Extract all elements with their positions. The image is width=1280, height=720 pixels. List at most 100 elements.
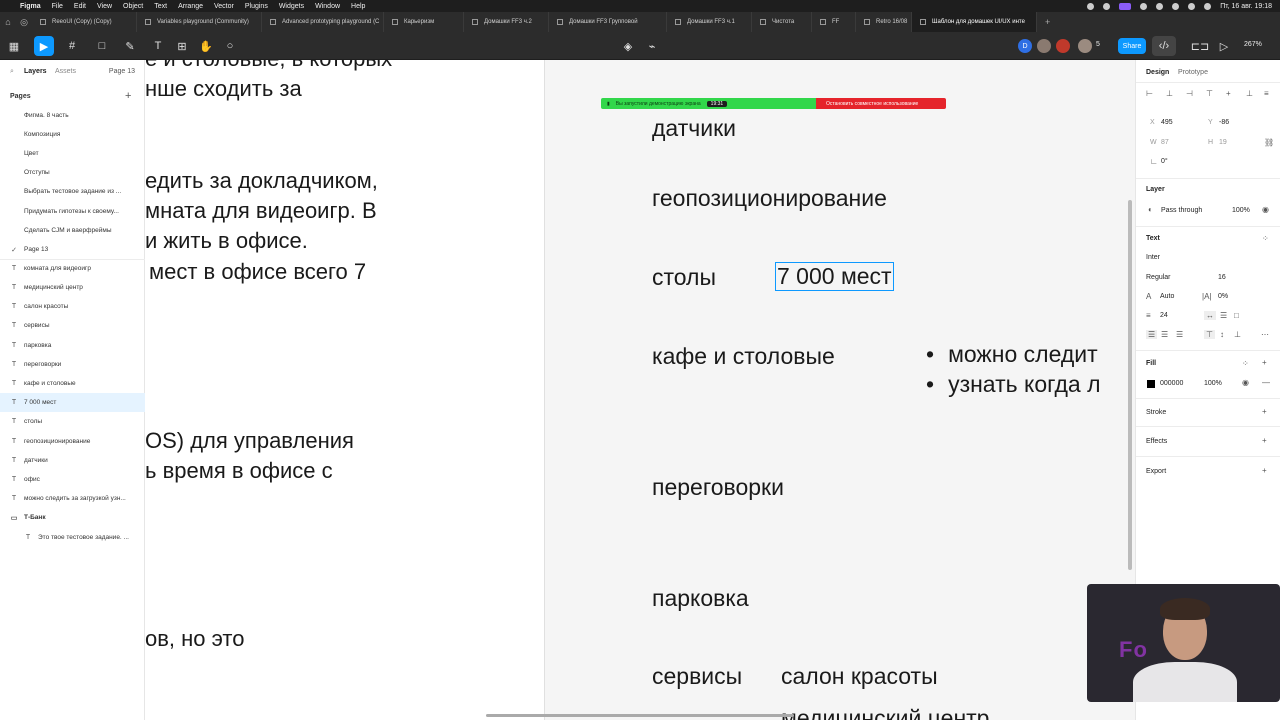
label-geo[interactable]: геопозиционирование bbox=[652, 185, 887, 212]
align-bottom-icon[interactable]: ⊥ bbox=[1246, 89, 1253, 98]
canvas-text-line[interactable]: нше сходить за bbox=[145, 74, 302, 104]
remove-fill-icon[interactable]: — bbox=[1262, 378, 1270, 387]
participants-count[interactable]: 5 bbox=[1096, 41, 1100, 48]
text-align-center-icon[interactable]: ☰ bbox=[1161, 330, 1168, 339]
tab-file[interactable]: Домашки FF3 ч.2 bbox=[464, 12, 549, 32]
comment-tool-icon[interactable]: ○ bbox=[220, 36, 240, 56]
menu-text[interactable]: Text bbox=[154, 3, 167, 10]
page-item[interactable]: Выбрать тестовое задание из ... bbox=[0, 182, 145, 201]
menu-help[interactable]: Help bbox=[351, 3, 365, 10]
tab-layers[interactable]: Layers bbox=[24, 68, 47, 75]
tab-file[interactable]: Домашки FF3 ч.1 bbox=[667, 12, 752, 32]
tab-file[interactable]: ReeoUI (Copy) (Copy) bbox=[32, 12, 137, 32]
layer-item[interactable]: Tможно следить за загрузкой узн... bbox=[0, 489, 145, 508]
page-item[interactable]: Фигма. 8 часть bbox=[0, 106, 145, 125]
canvas-text-line[interactable]: мест в офисе всего 7 bbox=[149, 257, 366, 287]
canvas-text-line[interactable]: едить за докладчиком, bbox=[145, 166, 378, 196]
rectangle-tool-icon[interactable]: □ bbox=[92, 36, 112, 56]
tab-file[interactable]: Чистота bbox=[752, 12, 812, 32]
layer-item[interactable]: T Это твое тестовое задание. ... bbox=[0, 528, 145, 547]
paragraph-spacing-input[interactable]: 24 bbox=[1160, 312, 1168, 319]
zoom-level[interactable]: 267% bbox=[1244, 41, 1262, 48]
add-export-icon[interactable]: + bbox=[1262, 466, 1267, 475]
search-icon[interactable]: ⌕ bbox=[10, 68, 14, 76]
page-item[interactable]: Придумать гипотезы к своему... bbox=[0, 202, 145, 221]
horizontal-scrollbar[interactable] bbox=[486, 714, 794, 717]
menu-plugins[interactable]: Plugins bbox=[245, 3, 268, 10]
fixed-size-icon[interactable]: □ bbox=[1234, 311, 1239, 320]
label-services[interactable]: сервисы bbox=[652, 663, 742, 690]
tab-file[interactable]: Variables playground (Community) bbox=[137, 12, 262, 32]
stop-sharing-button[interactable]: Остановить совместное использование bbox=[816, 98, 946, 109]
tray-bluetooth-icon[interactable] bbox=[1140, 2, 1148, 10]
valign-middle-icon[interactable]: ↕ bbox=[1220, 330, 1224, 339]
label-cafe[interactable]: кафе и столовые bbox=[652, 343, 835, 370]
label-tables[interactable]: столы bbox=[652, 264, 716, 291]
link-icon[interactable]: ⌁ bbox=[642, 36, 662, 56]
layer-opacity-input[interactable]: 100% bbox=[1232, 207, 1250, 214]
tray-search-icon[interactable] bbox=[1188, 2, 1196, 10]
tab-file[interactable]: Карьеризм bbox=[384, 12, 464, 32]
label-medical[interactable]: медицинский центр bbox=[781, 705, 989, 720]
page-item[interactable]: Композиция bbox=[0, 125, 145, 144]
w-input[interactable]: 87 bbox=[1161, 139, 1169, 146]
library-icon[interactable]: ⊏⊐ bbox=[1190, 36, 1210, 56]
frame-tbank-text[interactable]: е и столовые, в которых нше сходить за е… bbox=[145, 60, 545, 720]
bullet-item[interactable]: можно следит bbox=[927, 341, 1098, 368]
fill-opacity-input[interactable]: 100% bbox=[1204, 380, 1222, 387]
font-weight-select[interactable]: Regular bbox=[1146, 274, 1171, 281]
new-tab-icon[interactable]: + bbox=[1037, 17, 1050, 27]
font-size-input[interactable]: 16 bbox=[1218, 274, 1226, 281]
layer-item[interactable]: Tофис bbox=[0, 470, 145, 489]
page-selector[interactable]: Page 13 bbox=[109, 68, 135, 75]
page-item[interactable]: Цвет bbox=[0, 144, 145, 163]
main-menu-icon[interactable]: ▦ bbox=[4, 36, 24, 56]
canvas[interactable]: е и столовые, в которых нше сходить за е… bbox=[145, 60, 1135, 720]
align-top-icon[interactable]: ⊤ bbox=[1206, 89, 1213, 98]
avatar[interactable] bbox=[1037, 39, 1051, 53]
avatar[interactable] bbox=[1078, 39, 1092, 53]
tab-assets[interactable]: Assets bbox=[55, 68, 76, 75]
tray-cloud-icon[interactable] bbox=[1103, 2, 1111, 10]
distribute-icon[interactable]: ≡ bbox=[1264, 89, 1269, 98]
label-datchiki[interactable]: датчики bbox=[652, 115, 736, 142]
layer-item[interactable]: Tкафе и столовые bbox=[0, 374, 145, 393]
letter-spacing-input[interactable]: 0% bbox=[1218, 293, 1228, 300]
dev-mode-icon[interactable]: ‹/› bbox=[1152, 36, 1176, 56]
menu-edit[interactable]: Edit bbox=[74, 3, 86, 10]
auto-width-icon[interactable]: ↔ bbox=[1204, 311, 1216, 320]
h-input[interactable]: 19 bbox=[1219, 139, 1227, 146]
menu-widgets[interactable]: Widgets bbox=[279, 3, 304, 10]
add-stroke-icon[interactable]: + bbox=[1262, 407, 1267, 416]
vertical-scrollbar[interactable] bbox=[1128, 200, 1132, 570]
bullet-item[interactable]: узнать когда л bbox=[927, 371, 1100, 398]
label-seats-selected[interactable]: 7 000 мест bbox=[775, 262, 894, 291]
blend-mode-select[interactable]: Pass through bbox=[1161, 207, 1202, 214]
tab-file[interactable]: FF bbox=[812, 12, 856, 32]
tab-file[interactable]: Advanced prototyping playground (C bbox=[262, 12, 384, 32]
tray-screenshare-icon[interactable] bbox=[1119, 2, 1132, 10]
text-styles-icon[interactable]: ⁘ bbox=[1262, 234, 1269, 243]
text-align-left-icon[interactable]: ☰ bbox=[1146, 330, 1158, 339]
frame-mindmap[interactable]: датчики геопозиционирование столы 7 000 … bbox=[547, 60, 1135, 720]
label-parking[interactable]: парковка bbox=[652, 585, 749, 612]
layer-item[interactable]: Tгеопозиционирование bbox=[0, 432, 145, 451]
page-item[interactable]: Сделать CJM и ваерфреймы bbox=[0, 221, 145, 240]
canvas-text-line[interactable]: OS) для управления bbox=[145, 426, 354, 456]
x-input[interactable]: 495 bbox=[1161, 119, 1173, 126]
layer-item[interactable]: Tсервисы bbox=[0, 316, 145, 335]
constrain-proportions-icon[interactable]: ⛓ bbox=[1264, 138, 1274, 147]
page-item[interactable]: Отступы bbox=[0, 163, 145, 182]
valign-bottom-icon[interactable]: ⊥ bbox=[1234, 330, 1241, 339]
canvas-text-line[interactable]: ов, но это bbox=[145, 624, 244, 654]
visibility-eye-icon[interactable]: ◉ bbox=[1262, 205, 1269, 214]
layer-item[interactable]: Tстолы bbox=[0, 412, 145, 431]
align-right-icon[interactable]: ⊣ bbox=[1186, 89, 1193, 98]
canvas-text-line[interactable]: е и столовые, в которых bbox=[145, 60, 392, 74]
menu-arrange[interactable]: Arrange bbox=[178, 3, 203, 10]
fill-color-swatch[interactable] bbox=[1147, 380, 1155, 388]
tray-control-center-icon[interactable] bbox=[1204, 2, 1212, 10]
tab-file[interactable]: Домашки FF3 Групповой bbox=[549, 12, 667, 32]
y-input[interactable]: -86 bbox=[1219, 119, 1229, 126]
layer-item[interactable]: Tкомната для видеоигр bbox=[0, 259, 145, 278]
